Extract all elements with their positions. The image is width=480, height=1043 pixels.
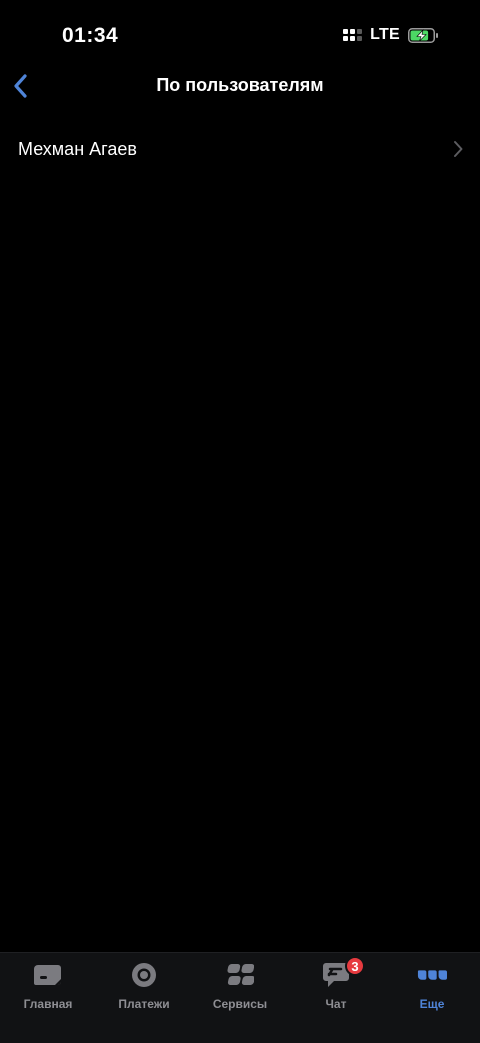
tab-payments[interactable]: Платежи xyxy=(96,953,192,1043)
status-indicators: LTE xyxy=(343,26,438,44)
chevron-right-icon xyxy=(454,141,463,157)
chat-icon: 3 xyxy=(321,956,365,988)
list-item-label: Мехман Агаев xyxy=(18,138,137,159)
cellular-signal-icon xyxy=(343,29,363,41)
tab-chat[interactable]: 3 Чат xyxy=(288,953,384,1043)
tab-label: Платежи xyxy=(118,997,170,1011)
list-item[interactable]: Мехман Агаев xyxy=(0,126,480,172)
payments-circle-icon xyxy=(129,962,159,988)
tab-label: Сервисы xyxy=(212,997,268,1011)
services-grid-icon xyxy=(225,962,255,988)
tab-label: Главная xyxy=(23,997,73,1011)
tab-home[interactable]: Главная xyxy=(0,953,96,1043)
home-card-icon xyxy=(33,962,63,988)
tab-bar: Главная Платежи Сервисы 3 Чат Еще xyxy=(0,952,480,1043)
tab-services[interactable]: Сервисы xyxy=(192,953,288,1043)
navigation-bar: По пользователям xyxy=(0,66,480,106)
status-time: 01:34 xyxy=(62,24,119,47)
page-title: По пользователям xyxy=(156,75,324,95)
user-list: Мехман Агаев xyxy=(0,126,480,172)
battery-charging-icon xyxy=(408,27,438,43)
network-type: LTE xyxy=(370,26,400,43)
more-dots-icon xyxy=(417,962,447,988)
tab-label: Еще xyxy=(419,997,445,1011)
tab-label: Чат xyxy=(325,997,347,1011)
status-bar: 01:34 LTE xyxy=(0,0,480,70)
screen: 01:34 LTE По пользователям Мехман Агаев … xyxy=(0,0,480,1043)
tab-more[interactable]: Еще xyxy=(384,953,480,1043)
unread-badge: 3 xyxy=(345,956,365,976)
